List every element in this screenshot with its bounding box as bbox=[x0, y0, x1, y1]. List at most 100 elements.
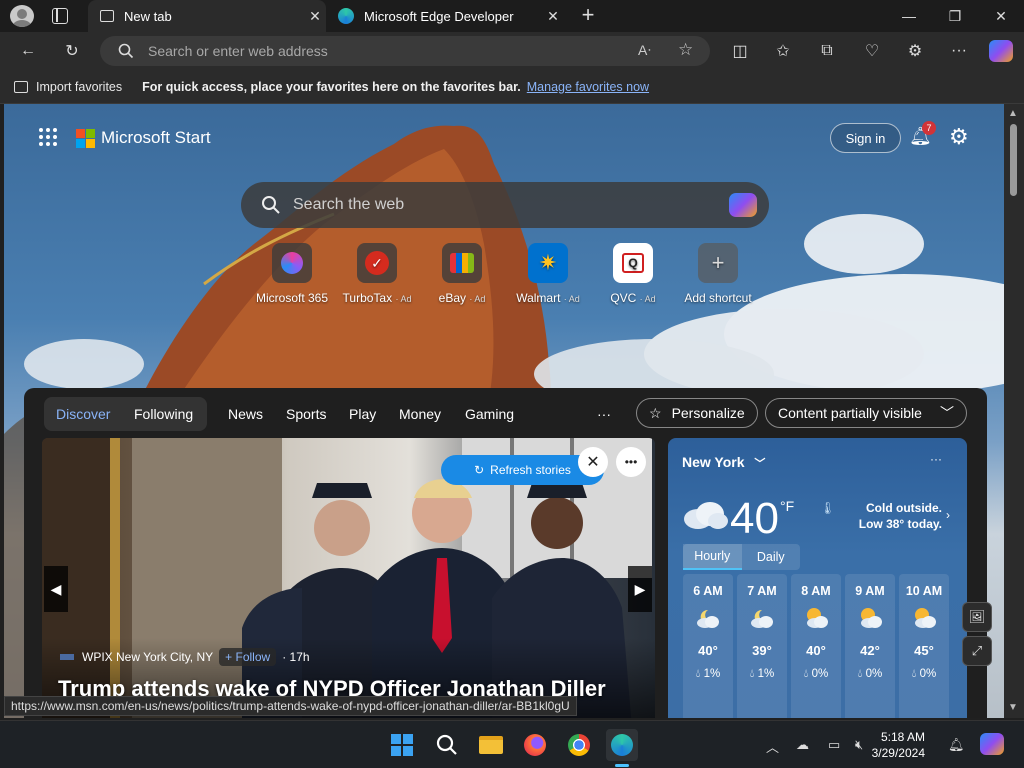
collections-icon[interactable]: ⧉ bbox=[812, 36, 842, 66]
minimize-button[interactable]: — bbox=[886, 0, 932, 32]
toolbar: ← ↻ Aᐧ ☆ ◫ ✩ ⧉ ♡ ⚙ ··· bbox=[0, 32, 1024, 70]
settings-gear-icon[interactable]: ⚙ bbox=[949, 124, 969, 150]
display-icon[interactable]: ▭ bbox=[828, 737, 840, 753]
hour-time: 9 AM bbox=[855, 584, 885, 598]
profile-avatar[interactable] bbox=[10, 5, 34, 27]
expand-button[interactable]: ⤢ bbox=[962, 636, 992, 666]
shortcut-ebay[interactable]: eBay · Ad bbox=[417, 243, 507, 305]
chrome-icon[interactable] bbox=[563, 729, 595, 761]
chevron-up-icon[interactable]: ︿ bbox=[766, 737, 779, 756]
hour-forecast[interactable]: 7 AM 39° 💧︎ 1% bbox=[737, 574, 787, 718]
weather-card[interactable]: New York ﹀ ··· 40 °F 🌡︎ Cold outside. Lo… bbox=[668, 438, 967, 718]
restore-button[interactable]: ❐ bbox=[932, 0, 978, 32]
onedrive-icon[interactable]: ☁ bbox=[796, 737, 809, 753]
more-menu-icon[interactable]: ··· bbox=[944, 36, 974, 66]
close-tab-icon[interactable]: ✕ bbox=[304, 8, 326, 25]
personalize-button[interactable]: ☆ Personalize bbox=[636, 398, 758, 428]
tab-sports[interactable]: Sports bbox=[286, 397, 326, 431]
search-icon bbox=[262, 196, 280, 214]
web-search-input[interactable] bbox=[293, 196, 713, 214]
follow-button[interactable]: + Follow bbox=[219, 648, 277, 666]
manage-favorites-link[interactable]: Manage favorites now bbox=[527, 80, 649, 94]
tab-news[interactable]: News bbox=[228, 397, 263, 431]
shortcut-add[interactable]: + Add shortcut bbox=[673, 243, 763, 305]
notifications-bell-icon[interactable]: 🔔︎ bbox=[948, 737, 965, 753]
hour-time: 6 AM bbox=[693, 584, 723, 598]
favorites-icon[interactable]: ✩ bbox=[768, 36, 798, 66]
import-favorites-button[interactable]: Import favorites bbox=[14, 80, 122, 94]
close-window-button[interactable]: ✕ bbox=[978, 0, 1024, 32]
web-search-box[interactable] bbox=[241, 182, 769, 228]
weather-tabs: Hourly Daily bbox=[683, 544, 800, 570]
read-aloud-icon[interactable]: Aᐧ bbox=[638, 42, 651, 59]
weather-more-button[interactable]: ··· bbox=[930, 452, 942, 466]
ebay-icon bbox=[450, 253, 474, 273]
split-screen-icon[interactable]: ◫ bbox=[725, 36, 755, 66]
hour-forecast[interactable]: 6 AM 40° 💧︎ 1% bbox=[683, 574, 733, 718]
system-clock[interactable]: 5:18 AM 3/29/2024 bbox=[855, 729, 925, 761]
next-story-button[interactable]: ▶ bbox=[628, 566, 652, 612]
more-tabs-button[interactable]: ··· bbox=[597, 397, 611, 431]
back-button[interactable]: ← bbox=[13, 36, 43, 66]
firefox-icon[interactable] bbox=[519, 729, 551, 761]
hero-story-card[interactable]: ↻ Refresh stories ✕ ••• ◀ ▶ WPIX New Yor… bbox=[42, 438, 655, 718]
background-image-button[interactable]: 🖼︎ bbox=[962, 602, 992, 632]
scrollbar-thumb[interactable] bbox=[1010, 124, 1017, 196]
source-name[interactable]: WPIX New York City, NY bbox=[82, 650, 213, 664]
story-age: · 17h bbox=[282, 650, 310, 664]
chevron-right-icon[interactable]: › bbox=[946, 508, 950, 522]
search-button[interactable] bbox=[431, 729, 463, 761]
address-bar[interactable]: Aᐧ ☆ bbox=[100, 36, 710, 66]
copilot-preview-icon[interactable] bbox=[980, 733, 1004, 755]
temperature-unit: °F bbox=[780, 498, 795, 514]
favorite-star-icon[interactable]: ☆ bbox=[678, 40, 693, 60]
scroll-down-arrow[interactable]: ▼ bbox=[1008, 702, 1018, 713]
weather-location[interactable]: New York ﹀ bbox=[682, 454, 765, 471]
previous-story-button[interactable]: ◀ bbox=[44, 566, 68, 612]
microsoft-start-logo[interactable]: Microsoft Start bbox=[76, 128, 211, 148]
hour-precip: 1% bbox=[757, 668, 775, 680]
tab-discover[interactable]: Discover bbox=[56, 397, 110, 431]
tab-following[interactable]: Following bbox=[134, 397, 193, 431]
shortcut-turbotax[interactable]: ✓ TurboTax · Ad bbox=[332, 243, 422, 305]
shortcut-microsoft-365[interactable]: Microsoft 365 bbox=[247, 243, 337, 305]
scroll-up-arrow[interactable]: ▲ bbox=[1008, 108, 1018, 119]
tab-edge-developer[interactable]: Microsoft Edge Developer ✕ bbox=[328, 0, 564, 32]
tab-gaming[interactable]: Gaming bbox=[465, 397, 514, 431]
copilot-icon[interactable] bbox=[729, 193, 757, 217]
close-tab-icon[interactable]: ✕ bbox=[542, 8, 564, 25]
tab-hourly[interactable]: Hourly bbox=[683, 544, 742, 570]
tab-new-tab[interactable]: New tab ✕ bbox=[88, 0, 326, 32]
address-input[interactable] bbox=[148, 43, 628, 59]
new-tab-button[interactable]: + bbox=[576, 4, 600, 28]
partly-sunny-icon bbox=[861, 608, 882, 628]
hour-forecast[interactable]: 8 AM 40° 💧︎ 0% bbox=[791, 574, 841, 718]
refresh-button[interactable]: ↻ bbox=[57, 36, 87, 66]
edge-taskbar-icon[interactable] bbox=[606, 729, 638, 761]
start-button[interactable] bbox=[386, 729, 418, 761]
browser-essentials-icon[interactable]: ♡ bbox=[857, 36, 887, 66]
shortcut-qvc[interactable]: Q QVC · Ad bbox=[588, 243, 678, 305]
dismiss-story-button[interactable]: ✕ bbox=[578, 447, 608, 477]
story-more-button[interactable]: ••• bbox=[616, 447, 646, 477]
page-scrollbar[interactable]: ▲ ▼ bbox=[1004, 104, 1024, 718]
tab-play[interactable]: Play bbox=[349, 397, 376, 431]
tab-actions-icon[interactable] bbox=[52, 8, 68, 24]
location-name: New York bbox=[682, 454, 745, 470]
hour-forecast[interactable]: 9 AM 42° 💧︎ 0% bbox=[845, 574, 895, 718]
hour-forecast[interactable]: 10 AM 45° 💧︎ 0% bbox=[899, 574, 949, 718]
file-explorer-icon[interactable] bbox=[475, 729, 507, 761]
taskbar: ︿ ☁ ▭ 🔇︎ 5:18 AM 3/29/2024 🔔︎ bbox=[0, 720, 1024, 768]
shortcut-walmart[interactable]: ✷ Walmart · Ad bbox=[503, 243, 593, 305]
extensions-icon[interactable]: ⚙ bbox=[900, 36, 930, 66]
tab-daily[interactable]: Daily bbox=[742, 544, 801, 570]
content-visibility-dropdown[interactable]: Content partially visible ﹀ bbox=[765, 398, 967, 428]
weather-summary[interactable]: Cold outside. Low 38° today. bbox=[840, 500, 942, 532]
copilot-icon[interactable] bbox=[989, 40, 1013, 62]
tab-title: Microsoft Edge Developer bbox=[364, 8, 514, 24]
sign-in-button[interactable]: Sign in bbox=[830, 123, 901, 153]
search-icon bbox=[118, 43, 134, 59]
apps-launcher-icon[interactable] bbox=[39, 128, 57, 146]
hour-time: 8 AM bbox=[801, 584, 831, 598]
tab-money[interactable]: Money bbox=[399, 397, 441, 431]
